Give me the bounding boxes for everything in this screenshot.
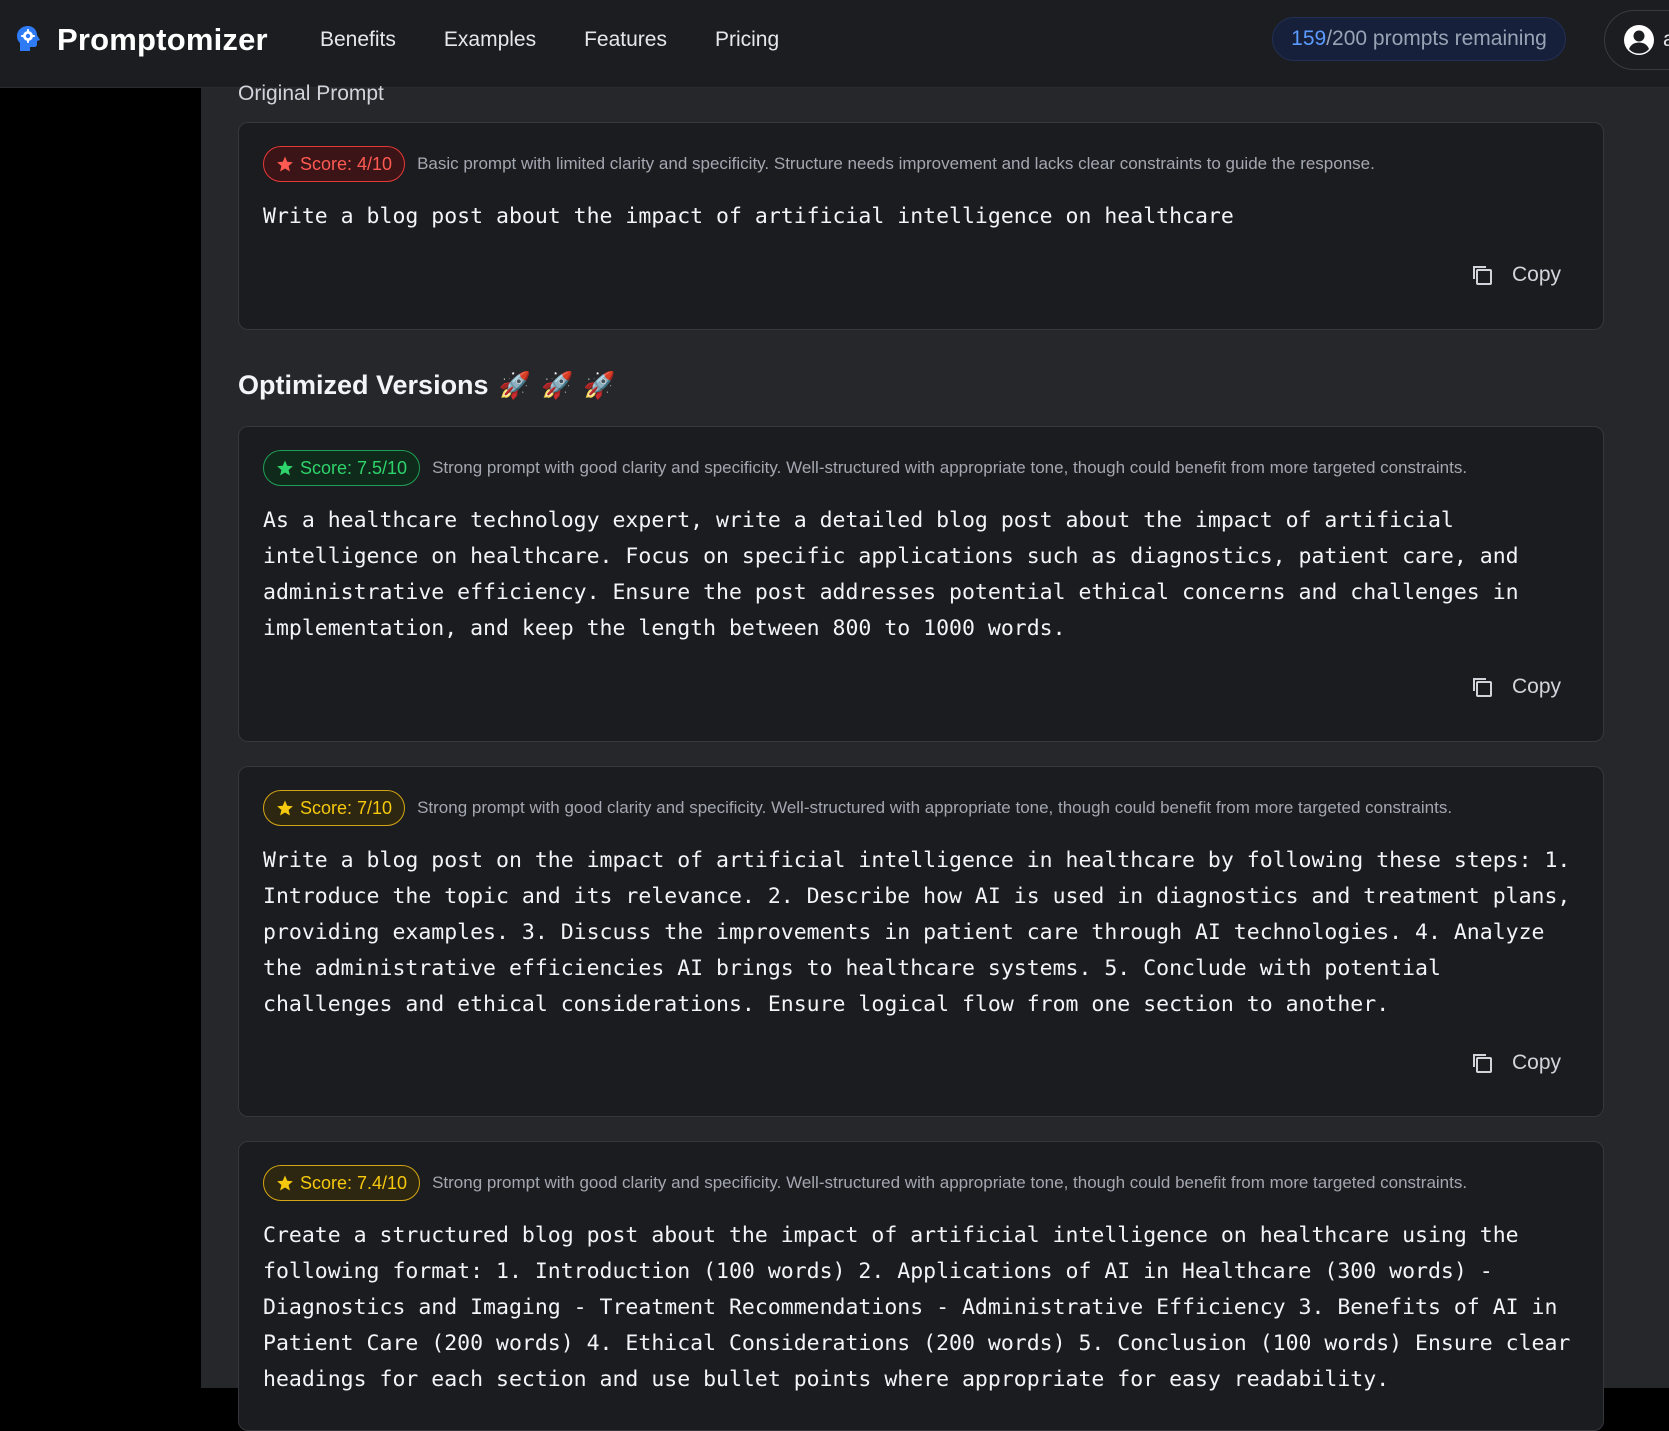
optimized-title-text: Optimized Versions xyxy=(238,370,489,400)
nav-link-examples[interactable]: Examples xyxy=(444,28,536,52)
rocket-icon: 🚀 xyxy=(498,370,531,400)
user-circle-icon xyxy=(1624,25,1654,55)
optimized-versions-title: Optimized Versions 🚀 🚀 🚀 xyxy=(238,370,616,401)
score-badge: Score: 7.4/10 xyxy=(263,1165,421,1201)
account-button[interactable]: a xyxy=(1604,10,1669,70)
score-value: Score: 7/10 xyxy=(300,797,393,818)
copy-icon xyxy=(1472,678,1492,697)
prompts-remaining-text: /200 prompts remaining xyxy=(1326,27,1547,50)
score-badge: Score: 7/10 xyxy=(263,790,406,826)
brand-name[interactable]: Promptomizer xyxy=(57,22,268,58)
nav-link-pricing[interactable]: Pricing xyxy=(715,28,779,52)
score-badge: Score: 4/10 xyxy=(263,146,406,182)
account-label: a xyxy=(1663,28,1669,51)
original-prompt-label: Original Prompt xyxy=(238,82,384,105)
score-description: Basic prompt with limited clarity and sp… xyxy=(417,154,1375,173)
star-icon xyxy=(277,800,293,816)
score-badge: Score: 7.5/10 xyxy=(263,450,421,486)
copy-label: Copy xyxy=(1511,675,1561,698)
top-nav: Promptomizer Benefits Examples Features … xyxy=(0,0,1669,88)
score-value: Score: 7.4/10 xyxy=(300,1172,408,1193)
star-icon xyxy=(277,460,293,476)
copy-button[interactable]: Copy xyxy=(1470,675,1561,699)
nav-links: Benefits Examples Features Pricing xyxy=(320,28,779,52)
optimized-prompt-card: Score: 7.5/10 Strong prompt with good cl… xyxy=(238,426,1604,742)
original-prompt-card: Score: 4/10 Basic prompt with limited cl… xyxy=(238,122,1604,330)
score-description: Strong prompt with good clarity and spec… xyxy=(417,798,1453,817)
nav-link-features[interactable]: Features xyxy=(584,28,667,52)
rocket-icon: 🚀 xyxy=(540,370,574,400)
score-description: Strong prompt with good clarity and spec… xyxy=(432,458,1468,477)
nav-link-benefits[interactable]: Benefits xyxy=(320,28,396,52)
prompt-text: Write a blog post on the impact of artif… xyxy=(263,848,1571,1017)
star-icon xyxy=(277,1175,293,1191)
copy-label: Copy xyxy=(1511,263,1561,286)
prompts-used-count: 159 xyxy=(1291,27,1327,50)
brain-gear-icon[interactable] xyxy=(14,24,42,56)
score-value: Score: 4/10 xyxy=(300,153,393,174)
prompt-text: Write a blog post about the impact of ar… xyxy=(263,204,1234,229)
prompt-text: Create a structured blog post about the … xyxy=(263,1223,1571,1392)
copy-icon xyxy=(1472,266,1492,285)
score-description: Strong prompt with good clarity and spec… xyxy=(432,1173,1468,1192)
star-icon xyxy=(277,156,293,172)
copy-icon xyxy=(1472,1054,1492,1073)
prompts-remaining-badge: 159/200 prompts remaining xyxy=(1272,17,1566,61)
copy-label: Copy xyxy=(1511,1051,1561,1074)
optimized-prompt-card: Score: 7/10 Strong prompt with good clar… xyxy=(238,766,1604,1117)
copy-button[interactable]: Copy xyxy=(1470,263,1561,287)
rocket-icon: 🚀 xyxy=(583,370,616,400)
score-value: Score: 7.5/10 xyxy=(300,457,408,478)
prompt-text: As a healthcare technology expert, write… xyxy=(263,508,1519,641)
copy-button[interactable]: Copy xyxy=(1470,1051,1561,1075)
